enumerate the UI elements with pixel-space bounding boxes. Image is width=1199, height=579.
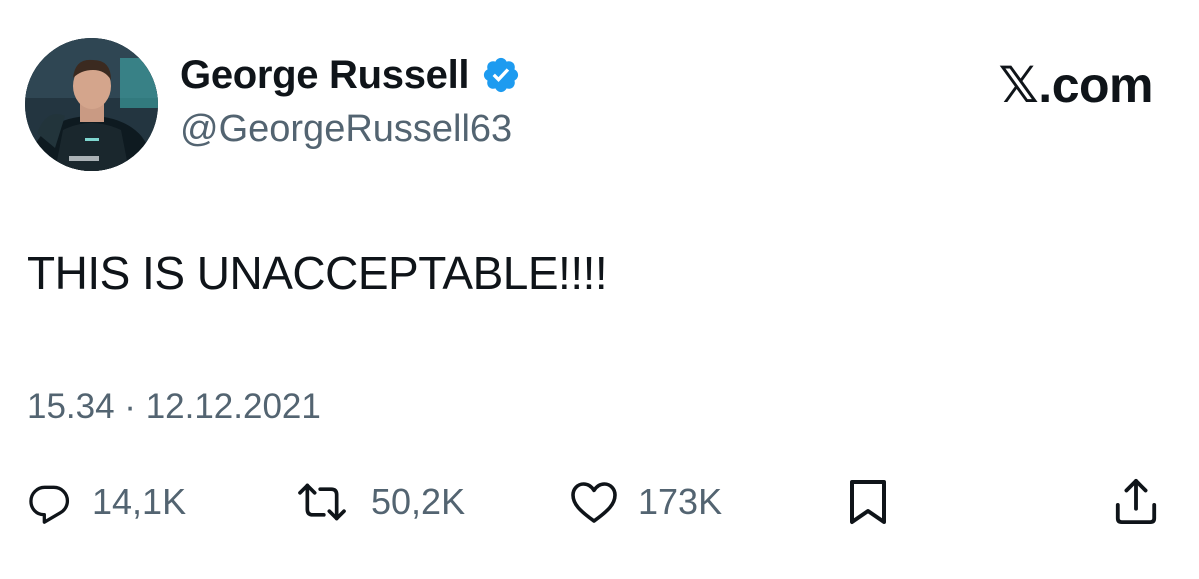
retweet-button[interactable]: 50,2K bbox=[293, 474, 465, 530]
author-name-row: George Russell bbox=[180, 50, 521, 100]
reply-button[interactable]: 14,1K bbox=[28, 474, 186, 530]
reply-count: 14,1K bbox=[92, 481, 187, 522]
share-button[interactable] bbox=[1113, 474, 1159, 530]
profile-photo-avatar bbox=[25, 38, 158, 171]
reply-icon bbox=[29, 485, 70, 524]
avatar[interactable] bbox=[25, 38, 158, 171]
display-name[interactable]: George Russell bbox=[180, 53, 470, 98]
retweet-count: 50,2K bbox=[371, 481, 466, 522]
tweet-timestamp[interactable]: 15.34 · 12.12.2021 bbox=[27, 387, 321, 427]
bookmark-button[interactable] bbox=[846, 474, 890, 530]
heart-icon bbox=[571, 482, 617, 523]
bookmark-icon bbox=[850, 480, 886, 524]
verified-badge-icon bbox=[481, 55, 521, 95]
tweet-card: George Russell @GeorgeRussell63 𝕏.com TH… bbox=[0, 0, 1199, 579]
like-count: 173K bbox=[638, 481, 723, 522]
site-label: 𝕏.com bbox=[998, 57, 1154, 113]
retweet-icon bbox=[298, 483, 346, 521]
tweet-text: THIS IS UNACCEPTABLE!!!! bbox=[27, 247, 608, 299]
tweet-actions-bar: 14,1K 50,2K 173K bbox=[0, 474, 1199, 530]
share-icon bbox=[1115, 479, 1157, 525]
like-button[interactable]: 173K bbox=[570, 474, 722, 530]
author-handle[interactable]: @GeorgeRussell63 bbox=[180, 108, 512, 151]
